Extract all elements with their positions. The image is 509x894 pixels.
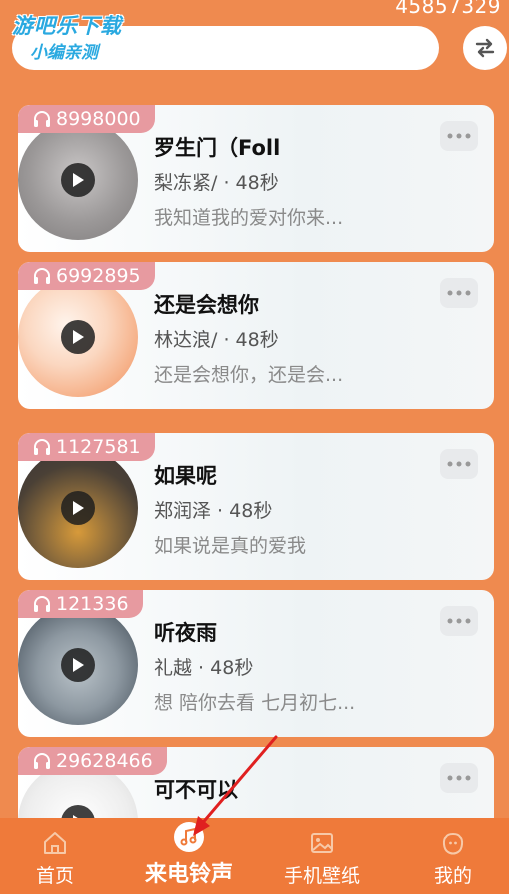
- more-icon: [447, 290, 471, 296]
- song-lyric: 我知道我的爱对你来...: [154, 207, 344, 229]
- song-card[interactable]: 1127581 如果呢 郑润泽 · 48秒 如果说是真的爱我: [18, 433, 494, 580]
- more-icon: [447, 133, 471, 139]
- song-meta: 礼越 · 48秒: [154, 653, 253, 680]
- song-title: 可不可以: [154, 778, 238, 802]
- play-count: 6992895: [56, 265, 141, 287]
- play-button[interactable]: [61, 163, 95, 197]
- play-count: 121336: [56, 593, 129, 615]
- headphones-icon: [34, 753, 50, 769]
- song-title: 如果呢: [154, 464, 217, 488]
- song-artist: 郑润泽: [154, 500, 212, 522]
- play-count-badge: 29628466: [18, 747, 167, 775]
- more-icon: [447, 618, 471, 624]
- song-card[interactable]: 8998000 罗生门（Foll 梨冻紧/ · 48秒 我知道我的爱对你来...: [18, 105, 494, 252]
- tab-profile-label: 我的: [433, 865, 472, 887]
- more-button[interactable]: [440, 763, 478, 793]
- headphones-icon: [34, 596, 50, 612]
- image-icon: [311, 833, 333, 853]
- play-count-badge: 6992895: [18, 262, 155, 290]
- song-title: 听夜雨: [154, 621, 217, 645]
- album-cover: [18, 605, 138, 725]
- play-count: 29628466: [56, 750, 153, 772]
- tab-ringtones-label: 来电铃声: [144, 862, 233, 887]
- tab-profile[interactable]: 我的: [420, 818, 486, 894]
- top-number: 45857329: [395, 0, 501, 18]
- watermark-line2: 小编亲测: [30, 43, 98, 63]
- song-artist: 礼越: [154, 657, 193, 679]
- play-count-badge: 121336: [18, 590, 143, 618]
- tab-wallpapers-label: 手机壁纸: [283, 865, 360, 887]
- song-lyric: 还是会想你，还是会...: [154, 364, 344, 386]
- song-card[interactable]: 6992895 还是会想你 林达浪/ · 48秒 还是会想你，还是会...: [18, 262, 494, 409]
- song-duration: 48秒: [229, 500, 273, 522]
- album-cover: [18, 448, 138, 568]
- more-button[interactable]: [440, 278, 478, 308]
- play-count: 1127581: [56, 436, 141, 458]
- more-icon: [447, 775, 471, 781]
- play-icon: [73, 658, 84, 672]
- tab-ringtones-icon-wrap: [174, 822, 204, 852]
- song-title: 还是会想你: [154, 293, 259, 317]
- album-cover: [18, 120, 138, 240]
- song-artist: 梨冻紧/: [154, 172, 218, 194]
- album-cover: [18, 277, 138, 397]
- headphones-icon: [34, 268, 50, 284]
- play-button[interactable]: [61, 320, 95, 354]
- song-duration: 48秒: [210, 657, 254, 679]
- song-meta: 林达浪/ · 48秒: [154, 325, 279, 352]
- profile-icon: [442, 833, 464, 855]
- headphones-icon: [34, 439, 50, 455]
- bottom-tab-bar: 首页 来电铃声 手机壁纸 我的: [0, 818, 509, 894]
- play-count-badge: 8998000: [18, 105, 155, 133]
- watermark: 游吧乐下载 小编亲测: [12, 10, 122, 63]
- more-button[interactable]: [440, 121, 478, 151]
- separator: ·: [217, 172, 236, 194]
- song-duration: 48秒: [235, 172, 279, 194]
- play-count-badge: 1127581: [18, 433, 155, 461]
- song-meta: 郑润泽 · 48秒: [154, 496, 272, 523]
- separator: ·: [217, 329, 236, 351]
- separator: ·: [192, 657, 211, 679]
- watermark-line1: 游吧乐下载: [12, 14, 122, 38]
- song-lyric: 想 陪你去看 七月初七...: [154, 692, 356, 714]
- song-card[interactable]: 121336 听夜雨 礼越 · 48秒 想 陪你去看 七月初七...: [18, 590, 494, 737]
- play-button[interactable]: [61, 648, 95, 682]
- play-button[interactable]: [61, 491, 95, 525]
- song-meta: 梨冻紧/ · 48秒: [154, 168, 279, 195]
- song-duration: 48秒: [235, 329, 279, 351]
- play-icon: [73, 330, 84, 344]
- tab-home-label: 首页: [35, 865, 74, 887]
- tab-ringtones[interactable]: 来电铃声: [130, 818, 248, 894]
- tab-wallpapers[interactable]: 手机壁纸: [270, 818, 374, 894]
- play-icon: [73, 173, 84, 187]
- song-artist: 林达浪/: [154, 329, 218, 351]
- home-icon: [44, 832, 66, 854]
- song-lyric: 如果说是真的爱我: [154, 535, 307, 557]
- play-icon: [73, 501, 84, 515]
- swap-icon: [475, 38, 495, 58]
- separator: ·: [211, 500, 230, 522]
- tab-home[interactable]: 首页: [22, 818, 88, 894]
- headphones-icon: [34, 111, 50, 127]
- more-icon: [447, 461, 471, 467]
- switch-button[interactable]: [463, 26, 507, 70]
- more-button[interactable]: [440, 449, 478, 479]
- music-note-icon: [180, 827, 197, 846]
- play-count: 8998000: [56, 108, 141, 130]
- more-button[interactable]: [440, 606, 478, 636]
- song-title: 罗生门（Foll: [154, 136, 281, 160]
